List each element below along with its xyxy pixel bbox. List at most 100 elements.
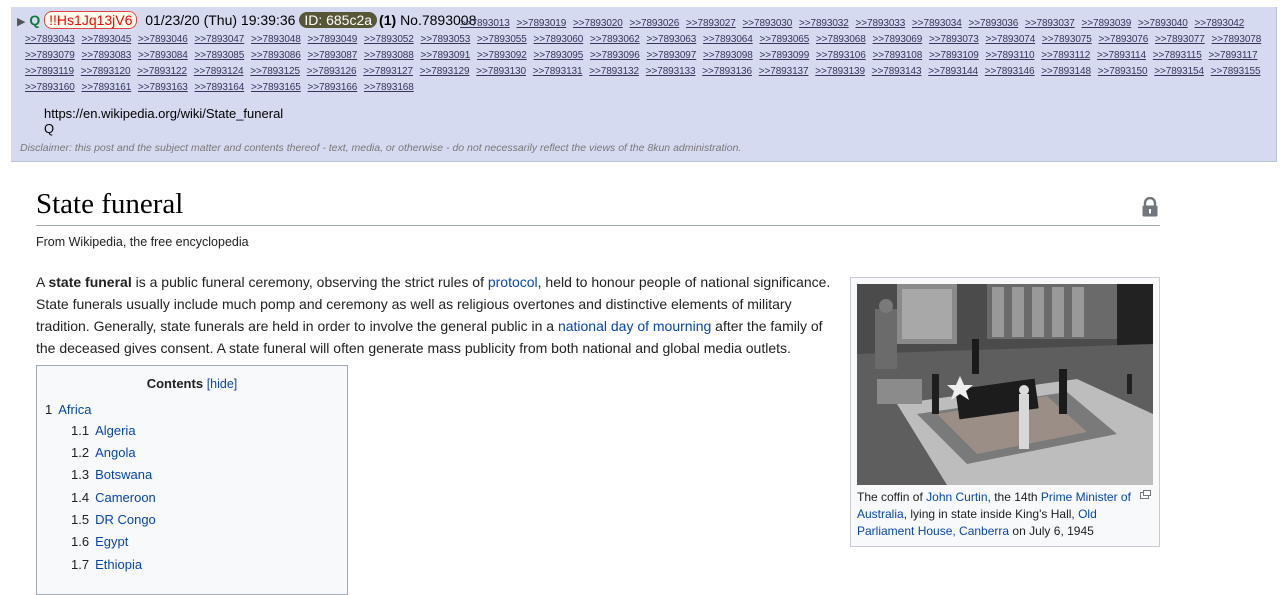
backlink[interactable]: >>7893098 bbox=[703, 50, 753, 61]
backlink[interactable]: >>7893146 bbox=[985, 66, 1035, 77]
backlink[interactable]: >>7893091 bbox=[421, 50, 471, 61]
lock-icon[interactable] bbox=[1141, 197, 1159, 217]
backlink[interactable]: >>7893133 bbox=[646, 66, 696, 77]
backlink[interactable]: >>7893013 bbox=[460, 18, 510, 29]
backlink[interactable]: >>7893063 bbox=[647, 34, 697, 45]
backlink[interactable]: >>7893019 bbox=[517, 18, 567, 29]
national-day-of-mourning-link[interactable]: national day of mourning bbox=[558, 318, 711, 334]
backlink[interactable]: >>7893143 bbox=[872, 66, 922, 77]
backlink[interactable]: >>7893084 bbox=[138, 50, 188, 61]
backlink[interactable]: >>7893042 bbox=[1195, 18, 1245, 29]
backlink[interactable]: >>7893052 bbox=[364, 34, 414, 45]
backlink[interactable]: >>7893062 bbox=[590, 34, 640, 45]
john-curtin-link[interactable]: John Curtin bbox=[926, 490, 987, 504]
backlink[interactable]: >>7893137 bbox=[759, 66, 809, 77]
backlink[interactable]: >>7893064 bbox=[703, 34, 753, 45]
backlink[interactable]: >>7893048 bbox=[251, 34, 301, 45]
backlink[interactable]: >>7893136 bbox=[702, 66, 752, 77]
backlink[interactable]: >>7893092 bbox=[477, 50, 527, 61]
toc-link-algeria[interactable]: Algeria bbox=[95, 423, 135, 438]
backlink[interactable]: >>7893049 bbox=[308, 34, 358, 45]
backlink[interactable]: >>7893046 bbox=[138, 34, 188, 45]
backlink[interactable]: >>7893079 bbox=[25, 50, 75, 61]
backlink[interactable]: >>7893150 bbox=[1098, 66, 1148, 77]
backlink[interactable]: >>7893127 bbox=[363, 66, 413, 77]
backlink[interactable]: >>7893043 bbox=[25, 34, 75, 45]
backlink[interactable]: >>7893086 bbox=[251, 50, 301, 61]
post-body-link[interactable]: https://en.wikipedia.org/wiki/State_fune… bbox=[44, 106, 283, 121]
backlink[interactable]: >>7893037 bbox=[1025, 18, 1075, 29]
backlink[interactable]: >>7893164 bbox=[195, 82, 245, 93]
backlink[interactable]: >>7893166 bbox=[308, 82, 358, 93]
toc-link-ethiopia[interactable]: Ethiopia bbox=[95, 557, 142, 572]
toc-item[interactable]: 1.1 Algeria bbox=[71, 423, 136, 438]
toc-link-botswana[interactable]: Botswana bbox=[95, 467, 152, 482]
backlink[interactable]: >>7893119 bbox=[25, 66, 74, 77]
toc-link-angola[interactable]: Angola bbox=[95, 445, 135, 460]
backlink[interactable]: >>7893124 bbox=[194, 66, 244, 77]
backlink[interactable]: >>7893110 bbox=[986, 50, 1035, 61]
backlink[interactable]: >>7893155 bbox=[1211, 66, 1261, 77]
backlink[interactable]: >>7893045 bbox=[82, 34, 132, 45]
backlink[interactable]: >>7893020 bbox=[573, 18, 623, 29]
backlink[interactable]: >>7893069 bbox=[873, 34, 923, 45]
backlink[interactable]: >>7893075 bbox=[1042, 34, 1092, 45]
backlink[interactable]: >>7893117 bbox=[1209, 50, 1258, 61]
toc-link-africa[interactable]: Africa bbox=[58, 402, 91, 417]
backlink[interactable]: >>7893163 bbox=[138, 82, 188, 93]
backlink[interactable]: >>7893047 bbox=[195, 34, 245, 45]
toc-link-cameroon[interactable]: Cameroon bbox=[95, 490, 156, 505]
backlink[interactable]: >>7893126 bbox=[307, 66, 357, 77]
backlink[interactable]: >>7893036 bbox=[969, 18, 1019, 29]
backlink[interactable]: >>7893125 bbox=[250, 66, 300, 77]
backlink[interactable]: >>7893097 bbox=[647, 50, 697, 61]
backlink[interactable]: >>7893112 bbox=[1041, 50, 1090, 61]
backlink[interactable]: >>7893130 bbox=[476, 66, 526, 77]
backlink[interactable]: >>7893088 bbox=[364, 50, 414, 61]
backlink[interactable]: >>7893068 bbox=[816, 34, 866, 45]
toc-item[interactable]: 1 Africa bbox=[45, 402, 91, 417]
backlink[interactable]: >>7893109 bbox=[929, 50, 979, 61]
toc-item[interactable]: 1.7 Ethiopia bbox=[71, 557, 142, 572]
backlink[interactable]: >>7893040 bbox=[1138, 18, 1188, 29]
funeral-photo[interactable] bbox=[857, 284, 1153, 485]
backlink[interactable]: >>7893030 bbox=[743, 18, 793, 29]
backlink[interactable]: >>7893039 bbox=[1082, 18, 1132, 29]
backlink[interactable]: >>7893034 bbox=[912, 18, 962, 29]
backlink[interactable]: >>7893114 bbox=[1097, 50, 1146, 61]
toc-hide-link[interactable]: [hide] bbox=[207, 377, 238, 391]
toc-item[interactable]: 1.5 DR Congo bbox=[71, 512, 156, 527]
backlink[interactable]: >>7893099 bbox=[760, 50, 810, 61]
backlink[interactable]: >>7893122 bbox=[137, 66, 187, 77]
backlink[interactable]: >>7893095 bbox=[534, 50, 584, 61]
toc-link-egypt[interactable]: Egypt bbox=[95, 534, 128, 549]
backlink[interactable]: >>7893077 bbox=[1155, 34, 1205, 45]
backlink[interactable]: >>7893078 bbox=[1212, 34, 1262, 45]
backlink[interactable]: >>7893076 bbox=[1099, 34, 1149, 45]
toc-link-dr-congo[interactable]: DR Congo bbox=[95, 512, 156, 527]
backlink[interactable]: >>7893131 bbox=[533, 66, 583, 77]
backlink[interactable]: >>7893108 bbox=[873, 50, 923, 61]
backlink[interactable]: >>7893165 bbox=[251, 82, 301, 93]
backlink[interactable]: >>7893120 bbox=[81, 66, 131, 77]
backlink[interactable]: >>7893085 bbox=[195, 50, 245, 61]
backlink[interactable]: >>7893168 bbox=[364, 82, 414, 93]
backlink[interactable]: >>7893161 bbox=[82, 82, 132, 93]
backlink[interactable]: >>7893065 bbox=[760, 34, 810, 45]
backlink[interactable]: >>7893129 bbox=[420, 66, 470, 77]
backlink[interactable]: >>7893032 bbox=[799, 18, 849, 29]
backlink[interactable]: >>7893096 bbox=[590, 50, 640, 61]
backlink[interactable]: >>7893026 bbox=[630, 18, 680, 29]
backlink[interactable]: >>7893139 bbox=[815, 66, 865, 77]
toc-item[interactable]: 1.2 Angola bbox=[71, 445, 136, 460]
backlink[interactable]: >>7893106 bbox=[816, 50, 866, 61]
toc-item[interactable]: 1.3 Botswana bbox=[71, 467, 152, 482]
backlink[interactable]: >>7893060 bbox=[534, 34, 584, 45]
backlink[interactable]: >>7893087 bbox=[308, 50, 358, 61]
backlink[interactable]: >>7893148 bbox=[1041, 66, 1091, 77]
toc-item[interactable]: 1.6 Egypt bbox=[71, 534, 128, 549]
backlink[interactable]: >>7893033 bbox=[856, 18, 906, 29]
backlink[interactable]: >>7893083 bbox=[82, 50, 132, 61]
backlink[interactable]: >>7893053 bbox=[421, 34, 471, 45]
enlarge-icon[interactable] bbox=[1140, 490, 1151, 499]
